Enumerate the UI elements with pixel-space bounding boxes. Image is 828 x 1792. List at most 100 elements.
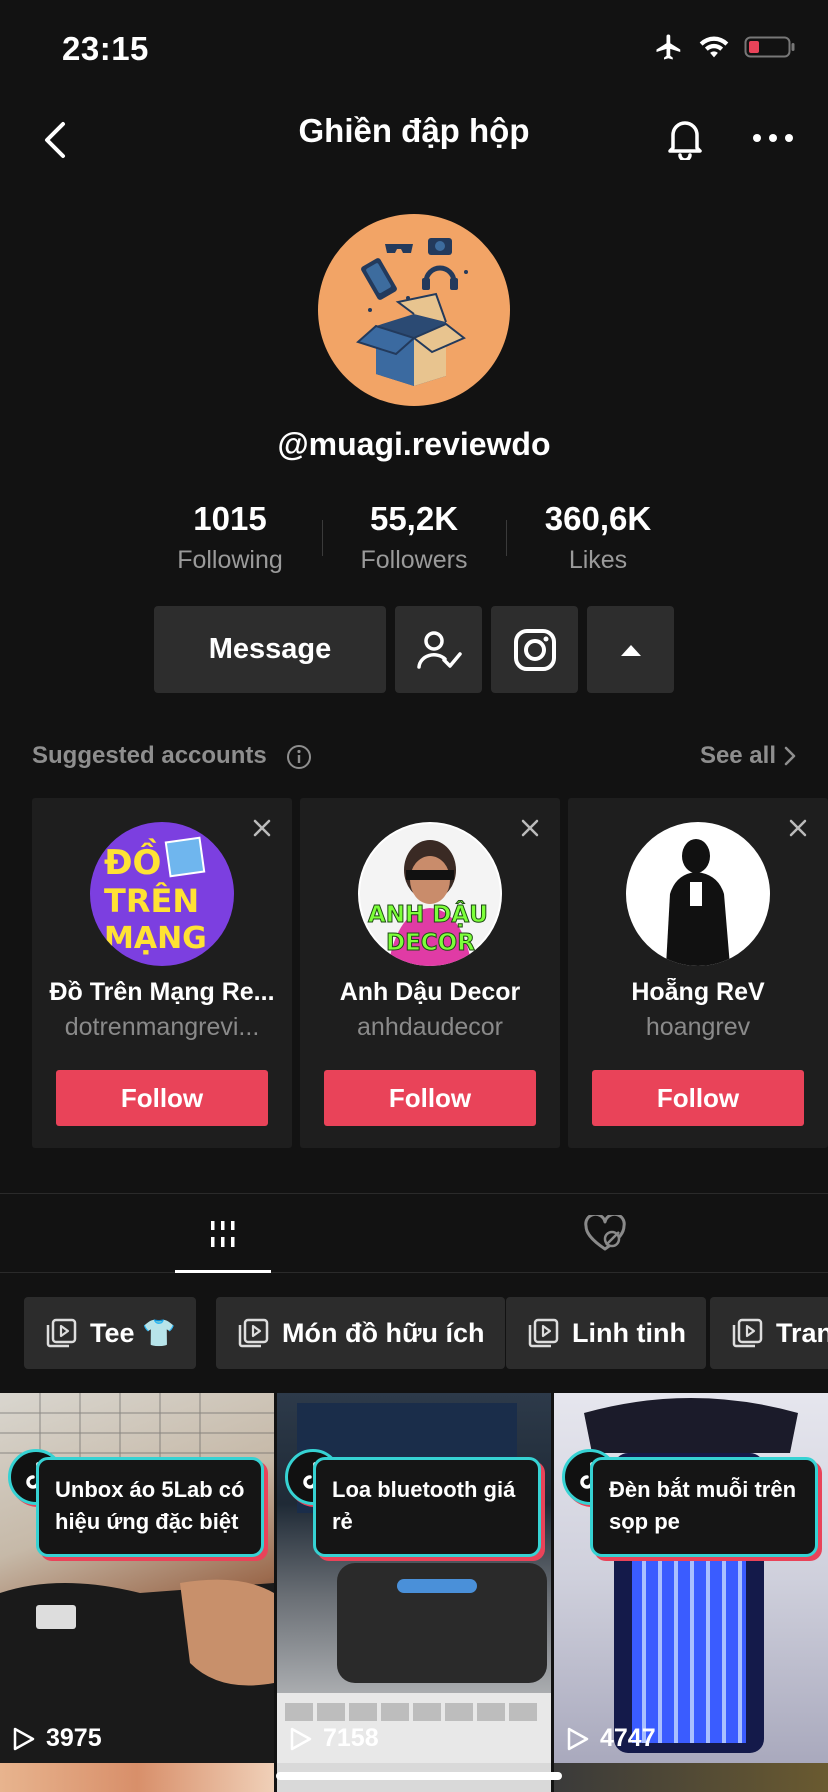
video-thumbnail[interactable]: Unbox áo 5Lab có hiệu ứng đặc biệt 3975 [0,1393,274,1763]
box-logo-icon [356,238,468,386]
instagram-button[interactable] [491,606,578,693]
content-tabs [0,1193,828,1273]
wifi-icon [699,36,729,58]
stat-followers[interactable]: 55,2K Followers [322,500,506,575]
play-icon [13,1727,35,1750]
notification-button[interactable] [660,110,710,166]
avatar-logo-image: ĐỒ TRÊN MẠNG [104,836,207,956]
stat-value: 1015 [193,500,267,537]
account-handle: anhdaudecor [357,1013,503,1041]
close-icon [789,819,807,837]
view-count-value: 4747 [600,1724,656,1752]
playlist-chip[interactable]: Món đồ hữu ích [216,1297,505,1369]
account-handle: hoangrev [645,1013,751,1041]
header: Ghiền đập hộp [0,100,828,200]
profile-username: @muagi.reviewdo [277,426,551,462]
stat-following[interactable]: 1015 Following [138,500,322,575]
avatar-text: ĐỒ [104,838,161,883]
suggested-accounts-header: Suggested accounts See all [32,742,796,774]
playlist-icon [528,1318,559,1348]
video-thumbnail[interactable]: Đèn bắt muỗi trên sọp pe 4747 [554,1393,828,1763]
see-all-link[interactable]: See all [700,742,796,770]
video-caption: Unbox áo 5Lab có hiệu ứng đặc biệt [36,1457,264,1557]
tab-videos[interactable] [16,1194,430,1274]
status-time: 23:15 [62,30,149,67]
follow-button[interactable]: Follow [592,1070,804,1126]
home-indicator[interactable] [276,1772,562,1780]
suggested-account-card[interactable]: ĐỒ TRÊN MẠNG Đồ Trên Mạng Re... dotrenma… [32,798,292,1148]
playlist-chip[interactable]: Linh tinh [506,1297,706,1369]
dismiss-button[interactable] [250,816,274,840]
stat-label: Likes [568,546,628,574]
account-avatar[interactable]: ĐỒ TRÊN MẠNG [90,822,234,966]
video-thumbnail-partial[interactable] [554,1763,828,1792]
view-count: 4747 [566,1724,656,1753]
more-options-button[interactable] [748,110,798,166]
suggested-accounts-title: Suggested accounts [32,742,267,769]
video-caption: Loa bluetooth giá rẻ [313,1457,541,1557]
following-button[interactable] [395,606,482,693]
stat-likes[interactable]: 360,6K Likes [506,500,690,575]
dismiss-button[interactable] [786,816,810,840]
avatar-text: DECOR [386,930,475,956]
more-horizontal-icon [753,134,793,142]
play-icon [290,1727,312,1750]
stat-label: Following [177,546,283,574]
playlist-chip[interactable]: Tee 👕 [24,1297,196,1369]
view-count: 3975 [12,1724,102,1753]
status-bar: 23:15 [0,0,828,100]
video-thumbnail[interactable]: Loa bluetooth giá rẻ 7158 [277,1393,551,1763]
triangle-up-icon [620,644,641,656]
account-name: Hoẵng ReV [631,978,765,1006]
instagram-icon [513,628,556,671]
avatar-text: MẠNG [104,921,207,956]
playlist-icon [732,1318,763,1348]
suggested-account-card[interactable]: ANH DẬU DECOR Anh Dậu Decor anhdaudecor … [300,798,560,1148]
play-icon [567,1727,589,1750]
status-icons [654,32,796,62]
view-count-value: 7158 [323,1724,379,1752]
playlist-icon [238,1318,269,1348]
toggle-suggestions-button[interactable] [587,606,674,693]
playlist-chips[interactable]: Tee 👕 Món đồ hữu ích Linh tinh Tran [24,1297,828,1369]
tab-liked-hidden[interactable] [398,1194,812,1274]
video-grid: Unbox áo 5Lab có hiệu ứng đặc biệt 3975 … [0,1393,828,1792]
avatar-person-image: ANH DẬU DECOR [360,824,500,966]
user-check-icon [416,630,462,669]
playlist-label: Tee 👕 [90,1318,176,1348]
message-button[interactable]: Message [154,606,386,693]
playlist-label: Tran [776,1317,828,1348]
account-handle: dotrenmangrevi... [64,1013,260,1041]
stat-value: 360,6K [544,500,652,537]
suggested-account-card[interactable]: Hoẵng ReV hoangrev Follow [568,798,828,1148]
video-thumbnail-partial[interactable] [0,1763,274,1792]
profile-stats: 1015 Following 55,2K Followers 360,6K Li… [0,500,828,580]
grid-icon [211,1221,235,1247]
profile-avatar[interactable] [318,214,510,406]
stat-value: 55,2K [369,500,459,537]
account-name: Đồ Trên Mạng Re... [49,978,275,1006]
account-name: Anh Dậu Decor [339,978,521,1006]
follow-button[interactable]: Follow [324,1070,536,1126]
view-count-value: 3975 [46,1724,102,1752]
avatar-text: TRÊN [104,882,199,920]
account-avatar[interactable]: ANH DẬU DECOR [358,822,502,966]
avatar-text: ANH DẬU [368,900,488,928]
account-avatar[interactable] [626,822,770,966]
dismiss-button[interactable] [518,816,542,840]
active-tab-indicator [175,1270,271,1273]
close-icon [253,819,271,837]
see-all-label: See all [699,742,776,769]
info-icon[interactable] [286,744,312,770]
view-count: 7158 [289,1724,379,1753]
suggested-accounts-carousel[interactable]: ĐỒ TRÊN MẠNG Đồ Trên Mạng Re... dotrenma… [32,798,828,1148]
playlist-icon [46,1318,77,1348]
playlist-label: Linh tinh [572,1317,686,1348]
airplane-icon [656,34,681,60]
bell-icon [668,121,702,160]
close-icon [521,819,539,837]
chevron-right-icon [784,746,796,766]
avatar-silhouette-image [628,824,768,966]
follow-button[interactable]: Follow [56,1070,268,1126]
playlist-chip[interactable]: Tran [710,1297,828,1369]
